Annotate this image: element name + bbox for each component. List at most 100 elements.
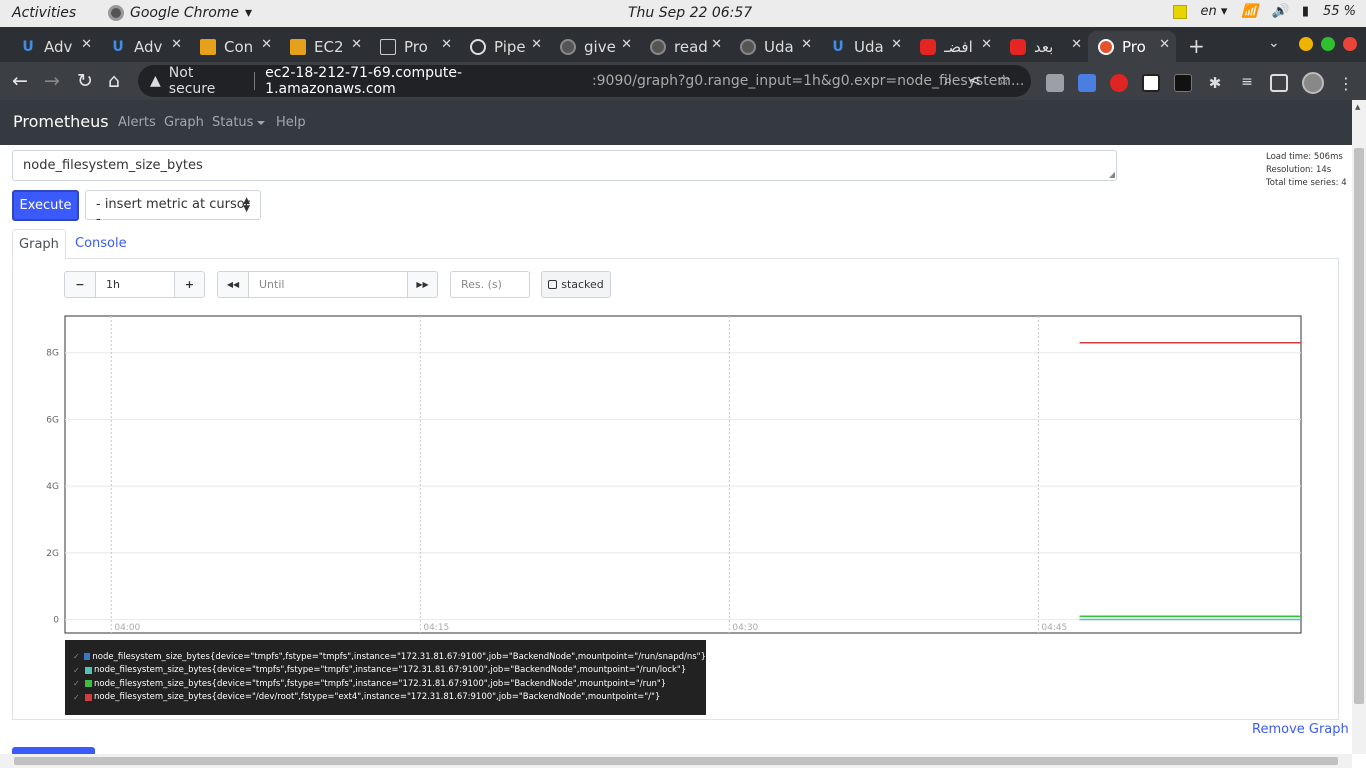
reload-icon[interactable]: ↻ (77, 70, 93, 92)
close-icon[interactable]: ✕ (621, 37, 632, 52)
range-input[interactable]: 1h (95, 271, 175, 298)
legend-swatch (85, 693, 92, 701)
resolution-input[interactable]: Res. (s) (450, 271, 530, 298)
clock[interactable]: Thu Sep 22 06:57 (628, 5, 752, 21)
bookmark-star-icon[interactable]: ☆ (997, 71, 1010, 89)
close-icon[interactable]: ✕ (1071, 37, 1082, 52)
close-icon[interactable]: ✕ (711, 37, 722, 52)
browser-tab[interactable]: بعد ✕ (1000, 31, 1088, 62)
translate-extension-icon[interactable] (1078, 74, 1096, 92)
close-icon[interactable]: ✕ (531, 37, 542, 52)
resize-handle-icon[interactable]: ◢ (1109, 170, 1115, 179)
lock-extension-icon[interactable] (1174, 74, 1192, 92)
browser-tab[interactable]: Uda ✕ (730, 31, 818, 62)
close-icon[interactable]: ✕ (441, 37, 452, 52)
close-window-icon[interactable] (1343, 37, 1357, 51)
browser-tab[interactable]: Pipe ✕ (460, 31, 548, 62)
browser-tab[interactable]: Con ✕ (190, 31, 278, 62)
legend-item[interactable]: ✓ node_filesystem_size_bytes{device="tmpf… (65, 664, 706, 678)
side-panel-icon[interactable] (1270, 74, 1288, 92)
puzzle-icon[interactable]: ✱ (1206, 74, 1224, 92)
scrollbar-thumb[interactable] (1354, 148, 1364, 704)
tab-search-icon[interactable]: ⌄ (1268, 35, 1280, 51)
share-icon[interactable]: ⋖ (968, 71, 981, 89)
legend-item[interactable]: ✓ node_filesystem_size_bytes{device="tmpf… (65, 677, 706, 691)
address-bar[interactable]: ▲ Not secure ec2-18-212-71-69.compute-1.… (138, 65, 1031, 97)
divider (254, 72, 256, 90)
chrome-icon (108, 5, 124, 21)
browser-tab-active[interactable]: Pro ✕ (1088, 31, 1176, 62)
activities-button[interactable]: Activities (12, 5, 76, 21)
prometheus-brand[interactable]: Prometheus (13, 112, 109, 131)
udacity-icon: U (22, 38, 34, 55)
zoom-icon[interactable]: ⌕ (944, 71, 952, 89)
stop-extension-icon[interactable] (1110, 74, 1128, 92)
not-secure-label[interactable]: Not secure (169, 65, 244, 97)
nav-help[interactable]: Help (276, 115, 306, 130)
language-indicator[interactable]: en ▾ (1201, 4, 1228, 19)
close-icon[interactable]: ✕ (81, 37, 92, 52)
expression-input[interactable]: node_filesystem_size_bytes ◢ (12, 150, 1117, 181)
close-icon[interactable]: ✕ (801, 37, 812, 52)
browser-tab[interactable]: U Adv ✕ (10, 31, 98, 62)
execute-button[interactable]: Execute (12, 190, 79, 221)
remove-graph-link[interactable]: Remove Graph (1252, 722, 1349, 737)
browser-tab[interactable]: give ✕ (550, 31, 638, 62)
tab-console[interactable]: Console (75, 236, 127, 251)
forward-icon[interactable]: → (44, 70, 60, 92)
new-tab-icon[interactable]: + (1188, 34, 1205, 58)
time-forward-button[interactable]: ▶▶ (407, 271, 438, 298)
y-tick-label: 2G (46, 549, 59, 559)
vertical-scrollbar[interactable]: ▲ (1352, 100, 1366, 754)
add-graph-button[interactable] (12, 747, 95, 754)
home-icon[interactable]: ⌂ (108, 70, 120, 92)
browser-tab[interactable]: U Adv ✕ (100, 31, 188, 62)
circleci-icon (470, 38, 486, 55)
maximize-icon[interactable] (1321, 37, 1335, 51)
aws-box-icon (290, 38, 306, 55)
browser-tab[interactable]: EC2 ✕ (280, 31, 368, 62)
app-menu-label: Google Chrome (130, 5, 240, 21)
minimize-icon[interactable] (1299, 37, 1313, 51)
close-icon[interactable]: ✕ (1159, 37, 1170, 52)
nav-status[interactable]: Status (212, 115, 266, 130)
avatar[interactable] (1302, 72, 1324, 94)
browser-tab[interactable]: U Uda ✕ (820, 31, 908, 62)
browser-tab[interactable]: افضـ ✕ (910, 31, 998, 62)
close-icon[interactable]: ✕ (261, 37, 272, 52)
prometheus-navbar: Prometheus Alerts Graph Status Help (0, 100, 1352, 145)
close-icon[interactable]: ✕ (981, 37, 992, 52)
back-icon[interactable]: ← (12, 70, 28, 92)
warning-icon[interactable]: ▲ (150, 73, 161, 89)
close-icon[interactable]: ✕ (351, 37, 362, 52)
browser-tab[interactable]: read ✕ (640, 31, 728, 62)
range-increase-button[interactable]: + (174, 271, 205, 298)
range-decrease-button[interactable]: − (64, 271, 96, 298)
legend-item[interactable]: ✓ node_filesystem_size_bytes{device="/dev… (65, 691, 706, 705)
nav-graph[interactable]: Graph (164, 115, 204, 130)
close-icon[interactable]: ✕ (171, 37, 182, 52)
extension-icon[interactable] (1046, 74, 1064, 92)
stacked-toggle[interactable]: stacked (541, 271, 611, 298)
insert-metric-select[interactable]: - insert metric at cursor - ▲ ▼ (85, 190, 261, 227)
youtube-icon (1010, 38, 1026, 55)
menu-icon[interactable]: ⋮ (1338, 74, 1354, 93)
nav-alerts[interactable]: Alerts (118, 115, 156, 130)
notes-icon[interactable] (1172, 4, 1187, 19)
media-control-icon[interactable]: ≡ (1238, 74, 1256, 92)
graph-chart[interactable]: 0 2G 4G 6G 8G 04:00 04:15 04:30 04:45 (30, 308, 1310, 638)
browser-tab[interactable]: Pro ✕ (370, 31, 458, 62)
app-menu[interactable]: Google Chrome ▾ (108, 5, 252, 21)
system-tray[interactable]: en ▾ 📶 🔊 ▮ 55 % (1172, 4, 1356, 19)
until-input[interactable]: Until (248, 271, 408, 298)
close-icon[interactable]: ✕ (891, 37, 902, 52)
horizontal-scrollbar[interactable] (0, 754, 1352, 768)
time-back-button[interactable]: ◀◀ (217, 271, 249, 298)
scroll-up-icon[interactable]: ▲ (1355, 103, 1360, 111)
scrollbar-thumb[interactable] (14, 757, 1338, 765)
url-host[interactable]: ec2-18-212-71-69.compute-1.amazonaws.com (265, 65, 592, 97)
tab-graph[interactable]: Graph (12, 229, 66, 259)
legend-swatch (84, 653, 91, 661)
notion-extension-icon[interactable] (1142, 74, 1160, 92)
legend-item[interactable]: ✓ node_filesystem_size_bytes{device="tmpf… (65, 650, 706, 664)
